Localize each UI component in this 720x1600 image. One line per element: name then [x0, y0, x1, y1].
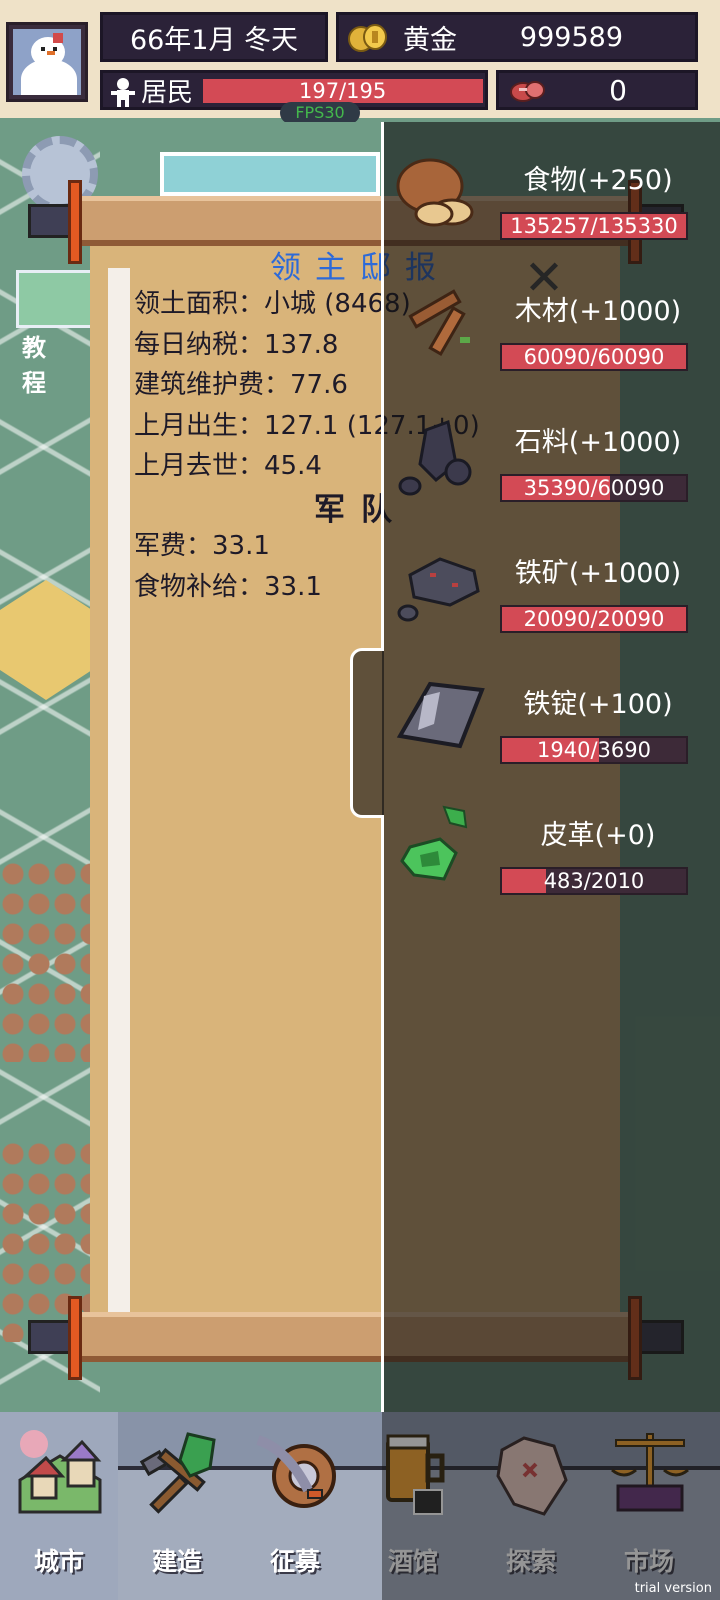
army-line-food-supply: 食物补给：33.1 [134, 571, 322, 602]
nav-tab-city[interactable]: 城市 [0, 1412, 118, 1600]
iron-ore-icon [397, 557, 480, 622]
resource-bar: 483/2010 [500, 867, 688, 895]
bottom-nav: 城市 建造 征募 酒馆 探索 市场 trial version [0, 1412, 720, 1600]
rod-ring [68, 1296, 82, 1380]
date-display: 66年1月 冬天 [100, 12, 328, 62]
leather-icon [400, 805, 468, 881]
recruit-icon [256, 1435, 336, 1508]
date-text: 66年1月 冬天 [129, 24, 299, 56]
fps-counter: FPS30 [280, 102, 360, 124]
nav-tab-recruit[interactable]: 征募 [236, 1412, 354, 1600]
resource-label: 石料(+1000) [514, 427, 682, 458]
resource-amount: 20090/20090 [523, 607, 665, 631]
build-icon [139, 1432, 216, 1514]
panel-border [381, 816, 384, 1412]
gold-label: 黄金 [403, 24, 457, 56]
resource-label: 皮革(+0) [540, 820, 656, 851]
resource-bar: 35390/60090 [500, 474, 688, 502]
resource-panel-handle[interactable] [350, 648, 384, 818]
resource-bar: 20090/20090 [500, 605, 688, 633]
resource-bar: 135257/135330 [500, 212, 688, 240]
resource-amount: 483/2010 [543, 869, 645, 893]
population-bar: 197/195 [203, 79, 483, 103]
meat-icon [510, 81, 545, 102]
snowman-icon [13, 29, 81, 95]
resource-label: 铁矿(+1000) [514, 558, 682, 589]
resource-label: 铁锭(+100) [523, 689, 673, 720]
scroll-paper-edge [108, 268, 130, 1314]
resource-wood: 木材(+1000) 60090/60090 [390, 273, 720, 403]
wood-icon [408, 289, 470, 356]
army-line-cost: 军费：33.1 [134, 531, 270, 561]
resource-amount: 135257/135330 [510, 214, 678, 238]
resource-amount: 1940/3690 [537, 738, 651, 762]
population-text: 197/195 [299, 79, 387, 103]
tutorial-icon [16, 270, 96, 328]
resource-bar: 1940/3690 [500, 736, 688, 764]
resource-label: 木材(+1000) [514, 296, 682, 327]
nav-label: 征募 [269, 1547, 320, 1576]
person-icon [111, 78, 135, 107]
nav-dim-overlay [382, 1412, 720, 1600]
gold-coin-icon [348, 24, 387, 52]
iron-ingot-icon [396, 681, 485, 749]
resource-food: 食物(+250) 135257/135330 [390, 142, 720, 272]
trial-watermark: trial version [634, 1581, 712, 1596]
tutorial-button[interactable]: 教程 [16, 270, 96, 397]
forest-tile [0, 862, 95, 1062]
resource-label: 食物(+250) [523, 165, 673, 196]
resource-amount: 60090/60090 [523, 345, 665, 369]
meat-display: 0 [496, 70, 698, 110]
gold-value: 999589 [519, 21, 623, 53]
nav-label: 建造 [151, 1547, 202, 1576]
stone-icon [398, 419, 472, 496]
player-avatar[interactable] [6, 22, 88, 102]
tutorial-label: 教程 [22, 334, 60, 397]
bread-icon [396, 158, 474, 227]
army-stats: 军费：33.1 食物补给：33.1 [134, 526, 322, 607]
nav-tab-build[interactable]: 建造 [118, 1412, 236, 1600]
resource-bar: 60090/60090 [500, 343, 688, 371]
top-hud: 66年1月 冬天 黄金 999589 居民 197/195 0 FPS30 [0, 0, 720, 124]
meat-value: 0 [609, 73, 627, 107]
resource-amount: 35390/60090 [523, 476, 665, 500]
gold-display: 黄金 999589 [336, 12, 698, 62]
resource-iron-ore: 铁矿(+1000) 20090/20090 [390, 535, 720, 665]
resource-leather: 皮革(+0) 483/2010 [390, 797, 720, 927]
resource-iron-ingot: 铁锭(+100) 1940/3690 [390, 666, 720, 796]
panel-border [381, 122, 384, 650]
nav-label: 城市 [33, 1547, 84, 1576]
city-icon [18, 1430, 102, 1514]
rod-ring [68, 180, 82, 264]
population-label: 居民 [141, 77, 194, 108]
resource-stone: 石料(+1000) 35390/60090 [390, 404, 720, 534]
